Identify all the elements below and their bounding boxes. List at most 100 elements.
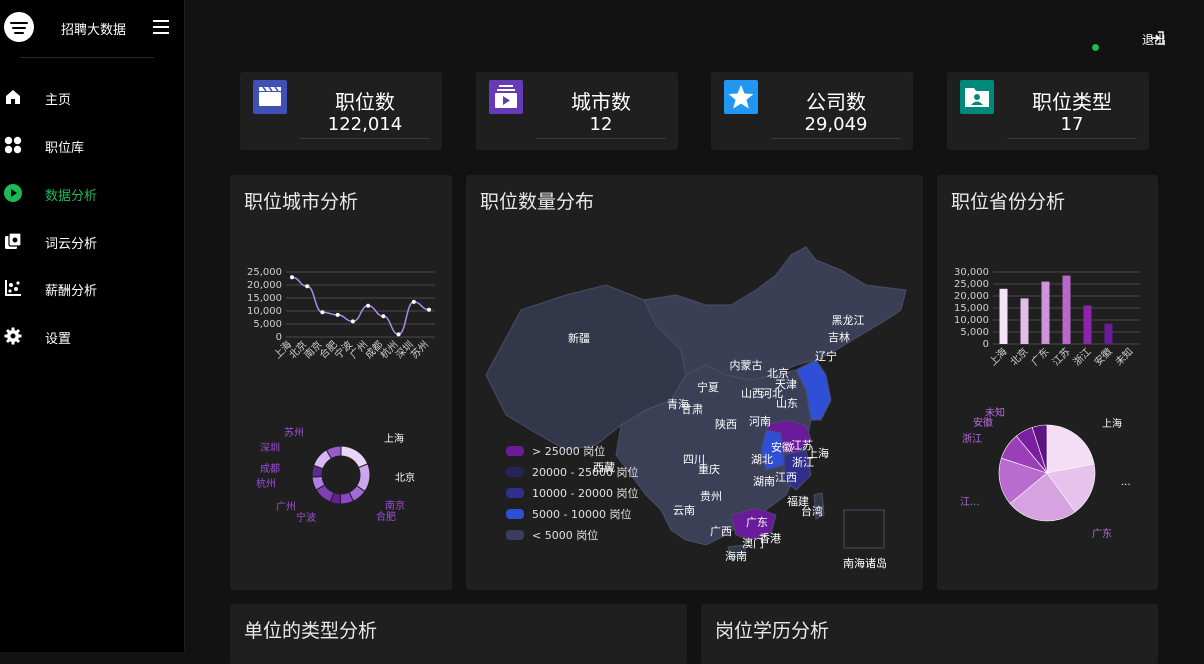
pie-label: 广州 [276, 501, 296, 513]
data-point [427, 307, 431, 312]
sidebar-item-salary[interactable]: 薪酬分析 [0, 272, 184, 304]
sidebar-item-home[interactable]: 主页 [0, 81, 184, 113]
sidebar-item-label: 薪酬分析 [45, 284, 98, 299]
map-region-label: 陕西 [715, 417, 737, 431]
province-bar-chart: 30,00025,00020,00015,00010,0005,0000上海 北京… [954, 267, 1140, 540]
brand: 招聘大数据 [0, 0, 184, 58]
map-region-label: 黑龙江 [832, 314, 865, 327]
x-tick-label: 广东 [1028, 345, 1051, 368]
map-region-label: 安徽 [771, 440, 793, 454]
map-region-label: 南海诸岛 [843, 556, 887, 570]
map-region-label: 广西 [710, 525, 732, 538]
home-icon [6, 90, 20, 104]
sidebar: 招聘大数据 主页 职位库 数据分析 词云分析 薪酬分析 设置 [0, 0, 185, 652]
scatter-icon [5, 280, 21, 296]
map-region-label: 山西 [741, 387, 763, 400]
gear-icon [4, 327, 22, 345]
panel-title: 单位的类型分析 [244, 620, 378, 642]
pie-label: 苏州 [284, 426, 304, 439]
pie-label: 杭州 [256, 477, 276, 490]
y-tick-label: 20,000 [247, 280, 282, 291]
legend-label: 5000 - 10000 岗位 [532, 507, 631, 521]
y-tick-label: 25,000 [954, 279, 989, 290]
bar [1062, 275, 1071, 344]
map-region-label: 广东 [746, 516, 768, 529]
panel-title: 岗位学历分析 [715, 620, 830, 642]
data-point [381, 314, 386, 319]
x-tick-label: 浙江 [1071, 346, 1094, 369]
panel-province-analysis: 职位省份分析 30,000 25,000 20,000 15,000 10,000 5,0… [937, 175, 1158, 590]
legend-swatch [506, 488, 524, 498]
legend-label: < 5000 岗位 [532, 528, 598, 542]
y-tick-label: 5,000 [960, 327, 989, 338]
panel-unit-type: 单位的类型分析 [230, 604, 687, 664]
sidebar-item-jobs[interactable]: 职位库 [0, 129, 184, 161]
sidebar-item-settings[interactable]: 设置 [0, 320, 184, 352]
map-region-label: 山东 [776, 397, 798, 410]
map-region-label: 贵州 [700, 490, 722, 503]
pie-label: ... [1121, 477, 1131, 488]
map-region-label: 西藏 [593, 461, 615, 474]
x-tick-label: 北京 [1007, 345, 1030, 368]
app-title: 招聘大数据 [61, 23, 127, 38]
map-region-label: 云南 [673, 504, 695, 517]
stat-value: 122,014 [327, 114, 403, 135]
play-circle-icon [4, 184, 22, 202]
data-point [350, 319, 355, 324]
city-line-chart: 25,000 20,000 15,000 10,000 5,000 0 上海北京南京合肥 宁波… [247, 267, 435, 524]
china-map[interactable]: > 25000 岗位 20000 - 25000 岗位 10000 - 20000 … [466, 175, 923, 590]
stat-label: 职位数 [335, 90, 395, 114]
y-tick-label: 10,000 [247, 306, 282, 317]
bar [999, 288, 1008, 344]
bar [1020, 298, 1029, 344]
map-region-label: 甘肃 [681, 403, 703, 416]
pie-label: 未知 [985, 406, 1005, 419]
hamburger-icon[interactable] [153, 20, 169, 34]
legend-swatch [506, 467, 524, 477]
pie-label: 北京 [395, 471, 415, 484]
data-point [335, 312, 340, 317]
data-point [290, 275, 294, 280]
map-region-label: 台湾 [801, 504, 823, 518]
sidebar-item-label: 主页 [45, 93, 72, 108]
pie-label: 宁波 [296, 511, 316, 524]
legend-swatch [506, 509, 524, 519]
pie-label: 上海 [384, 432, 404, 445]
pie-label: 深圳 [260, 442, 280, 454]
sidebar-item-label: 设置 [45, 332, 72, 347]
pie-label: 南京 [385, 499, 405, 512]
pie-label: 成都 [260, 463, 280, 475]
pie-slice [340, 445, 369, 469]
panel-city-analysis: 职位城市分析 25,000 20,000 15,000 10,000 5,000 0 上海北… [230, 175, 452, 590]
y-tick-label: 30,000 [954, 267, 989, 278]
sidebar-item-wordcloud[interactable]: 词云分析 [0, 225, 184, 257]
map-region-label: 内蒙古 [730, 358, 763, 372]
sidebar-item-label: 职位库 [45, 141, 85, 156]
stat-value: 12 [589, 114, 613, 135]
legend-label: > 25000 岗位 [532, 444, 605, 458]
map-region-label: 江西 [775, 471, 797, 484]
data-point [411, 299, 416, 304]
legend-label: 10000 - 20000 岗位 [532, 486, 638, 500]
map-region-label: 海南 [725, 549, 747, 563]
panel-map: 职位数量分布 > 25000 岗位 20000 - 25000 岗位 10000 -… [466, 175, 923, 590]
map-region-label: 重庆 [698, 462, 720, 476]
stat-card-jobs: 职位数 122,014 [240, 72, 442, 150]
clapperboard-icon [253, 80, 287, 114]
map-region-label: 辽宁 [815, 349, 837, 363]
pie-label: 江... [960, 496, 980, 508]
logout-icon[interactable] [1150, 31, 1164, 45]
map-region-label: 湖南 [753, 475, 775, 488]
divider [1007, 138, 1137, 139]
legend-label: 20000 - 25000 岗位 [532, 465, 638, 479]
library-icon [5, 232, 22, 249]
stat-label: 职位类型 [1032, 90, 1112, 114]
bar [1104, 323, 1113, 344]
map-region-label: 新疆 [568, 331, 590, 345]
sidebar-item-label: 词云分析 [45, 237, 98, 252]
sidebar-item-analysis[interactable]: 数据分析 [0, 177, 184, 209]
stat-label: 公司数 [806, 90, 866, 114]
video-library-icon [489, 80, 523, 114]
data-point [305, 284, 310, 289]
sidebar-item-label: 数据分析 [45, 189, 98, 204]
